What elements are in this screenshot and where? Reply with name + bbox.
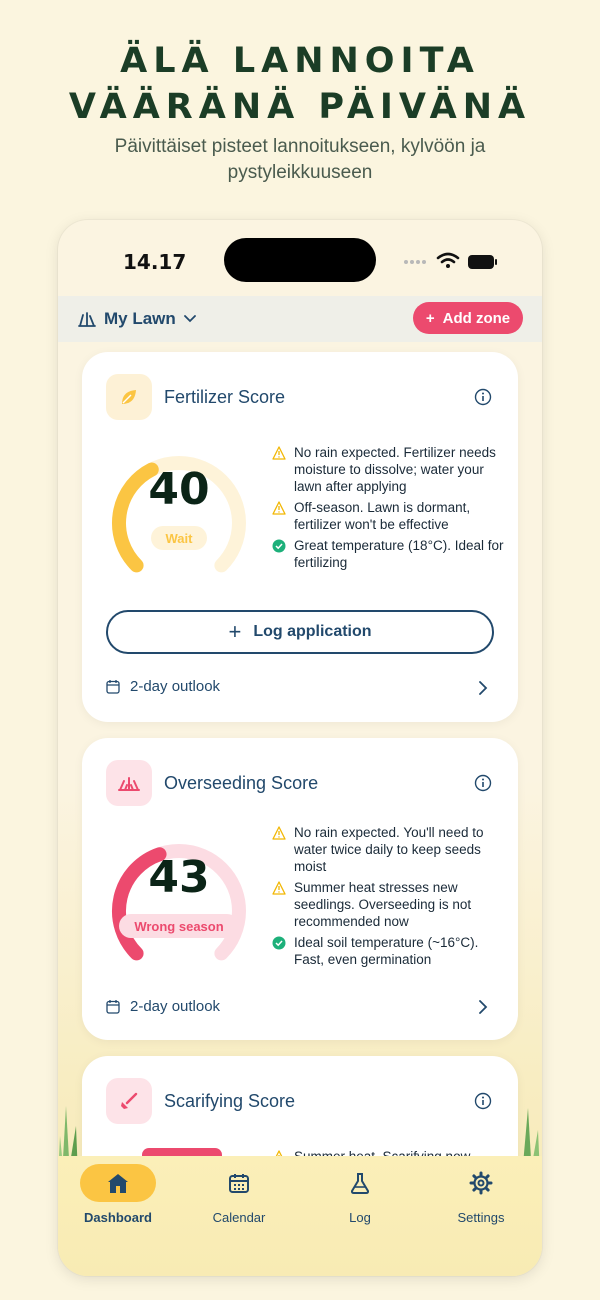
note-item: Summer heat stresses new seedlings. Over… xyxy=(272,879,504,930)
battery-icon xyxy=(468,255,497,269)
tab-log[interactable]: Log xyxy=(310,1164,410,1244)
note-text: Off-season. Lawn is dormant, fertilizer … xyxy=(294,500,471,532)
gear-icon xyxy=(469,1171,493,1195)
card-title: Scarifying Score xyxy=(164,1091,296,1111)
add-zone-button[interactable]: + Add zone xyxy=(413,302,523,334)
dynamic-island xyxy=(224,238,376,282)
home-icon xyxy=(108,1174,128,1193)
score-gauge: 40 Wait xyxy=(104,438,254,578)
score-value: 40 xyxy=(148,464,210,515)
score-gauge: 43 Wrong season xyxy=(104,826,254,966)
note-text: Summer heat stresses new seedlings. Over… xyxy=(294,880,472,929)
tab-dashboard[interactable]: Dashboard xyxy=(68,1164,168,1244)
calendar-icon xyxy=(229,1174,249,1193)
note-text: Ideal soil temperature (~16°C). Fast, ev… xyxy=(294,935,479,967)
warning-icon xyxy=(272,501,286,515)
app-bar: My Lawn + Add zone xyxy=(58,296,542,342)
log-application-label: Log application xyxy=(253,623,372,640)
info-icon[interactable] xyxy=(474,774,492,792)
score-status: Wrong season xyxy=(119,914,239,938)
outlook-label: 2-day outlook xyxy=(130,998,221,1015)
promo-subheadline: Päivittäiset pisteet lannoitukseen, kylv… xyxy=(114,136,486,183)
fertilizer-score-card: Fertilizer Score 40 Wait No rain expecte… xyxy=(82,352,518,722)
log-application-button[interactable]: + Log application xyxy=(106,610,494,654)
overseeding-score-card: Overseeding Score 43 Wrong season No rai… xyxy=(82,738,518,1040)
tab-pill xyxy=(201,1164,277,1202)
warning-icon xyxy=(272,826,286,840)
grass-icon xyxy=(78,312,96,327)
bottom-tab-bar: Dashboard Calendar Log Settings xyxy=(58,1156,542,1276)
note-item: No rain expected. You'll need to water t… xyxy=(272,824,504,875)
flask-icon xyxy=(350,1173,370,1194)
warning-icon xyxy=(272,446,286,460)
tab-pill xyxy=(80,1164,156,1202)
two-day-outlook-link[interactable]: 2-day outlook xyxy=(106,998,220,1015)
warning-icon xyxy=(272,881,286,895)
tab-label: Log xyxy=(349,1210,371,1225)
leaf-icon xyxy=(122,390,136,404)
check-circle-icon xyxy=(272,936,286,950)
score-notes: No rain expected. Fertilizer needs moist… xyxy=(272,444,504,575)
calendar-icon xyxy=(106,680,120,694)
score-status: Wait xyxy=(151,526,207,550)
two-day-outlook-link[interactable]: 2-day outlook xyxy=(106,678,220,695)
chevron-right-icon[interactable] xyxy=(478,1000,488,1014)
note-item: Ideal soil temperature (~16°C). Fast, ev… xyxy=(272,934,504,968)
note-item: Off-season. Lawn is dormant, fertilizer … xyxy=(272,499,504,533)
note-text: No rain expected. Fertilizer needs moist… xyxy=(294,445,496,494)
score-notes: No rain expected. You'll need to water t… xyxy=(272,824,504,972)
tab-label: Calendar xyxy=(212,1210,266,1225)
phone-frame: 14.17 My Lawn + Add zone Fertilizer Scor… xyxy=(58,220,542,1276)
overseeding-icon-tile xyxy=(106,760,152,806)
info-icon[interactable] xyxy=(474,388,492,406)
chevron-down-icon xyxy=(183,315,196,323)
note-item: Great temperature (18°C). Ideal for fert… xyxy=(272,537,504,571)
wifi-icon xyxy=(436,252,460,264)
promo-headline: ÄLÄ LANNOITA VÄÄRÄNÄ PÄIVÄNÄ xyxy=(68,41,532,127)
card-title: Fertilizer Score xyxy=(164,387,286,407)
status-icons xyxy=(402,250,526,270)
grass-sprout-icon xyxy=(118,777,140,791)
scarifying-icon-tile xyxy=(106,1078,152,1124)
tab-label: Dashboard xyxy=(84,1210,152,1225)
plus-icon: + xyxy=(425,309,435,327)
tab-settings[interactable]: Settings xyxy=(431,1164,531,1244)
tab-label: Settings xyxy=(457,1210,505,1225)
rake-icon xyxy=(121,1092,138,1109)
tab-calendar[interactable]: Calendar xyxy=(189,1164,289,1244)
score-value: 43 xyxy=(148,852,210,903)
note-text: No rain expected. You'll need to water t… xyxy=(294,825,484,874)
outlook-label: 2-day outlook xyxy=(130,678,221,695)
tab-pill xyxy=(443,1164,519,1202)
signal-dots-icon xyxy=(404,260,426,264)
lawn-name: My Lawn xyxy=(104,309,176,328)
plus-icon: + xyxy=(228,619,242,644)
status-time: 14.17 xyxy=(123,250,187,274)
note-item: No rain expected. Fertilizer needs moist… xyxy=(272,444,504,495)
card-title: Overseeding Score xyxy=(164,773,319,793)
info-icon[interactable] xyxy=(474,1092,492,1110)
add-zone-label: Add zone xyxy=(442,309,511,327)
chevron-right-icon[interactable] xyxy=(478,681,488,695)
calendar-icon xyxy=(106,1000,120,1014)
tab-pill xyxy=(322,1164,398,1202)
note-text: Great temperature (18°C). Ideal for fert… xyxy=(294,538,504,570)
lawn-selector[interactable]: My Lawn xyxy=(78,309,196,329)
fertilizer-icon-tile xyxy=(106,374,152,420)
check-circle-icon xyxy=(272,539,286,553)
